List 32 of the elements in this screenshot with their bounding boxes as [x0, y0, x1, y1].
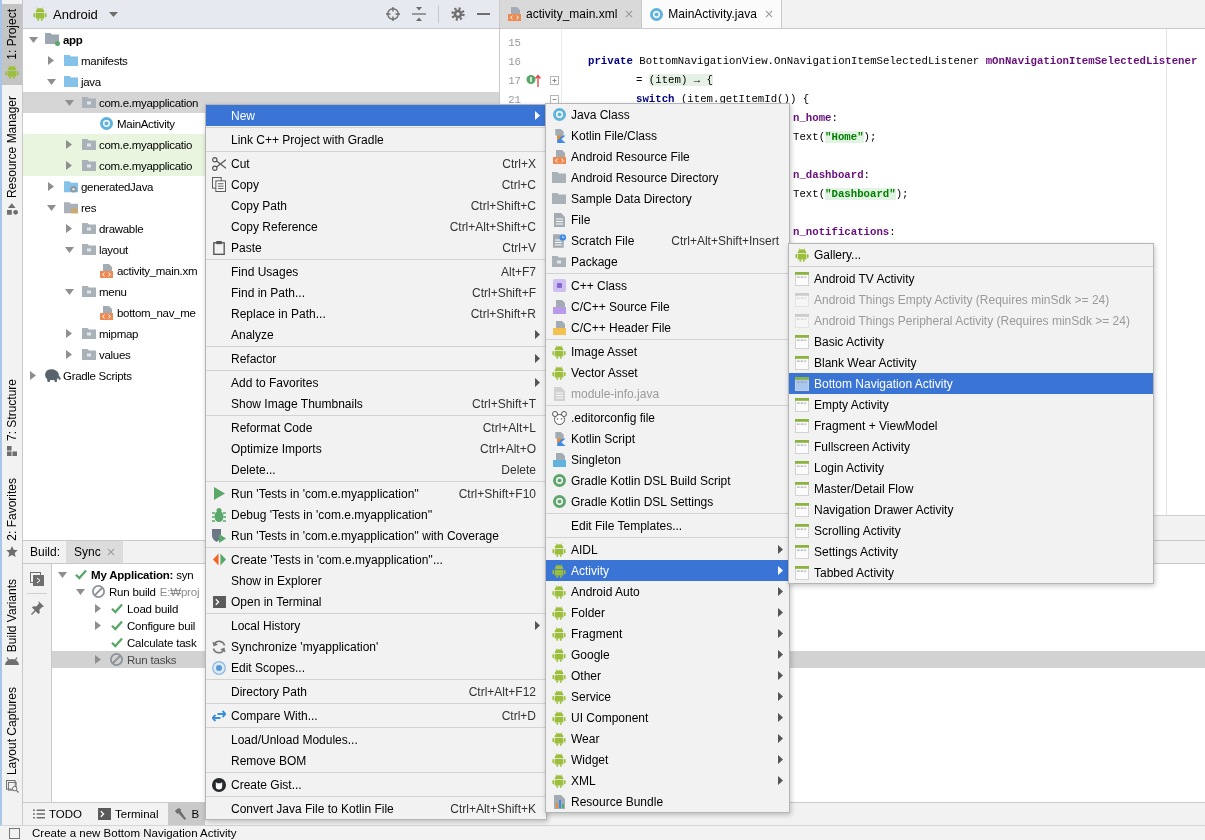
- keyboard-shortcut: Ctrl+V: [501, 240, 536, 255]
- keyboard-shortcut: Ctrl+X: [501, 156, 536, 171]
- code-line: = (item) → {: [636, 73, 713, 88]
- keyboard-shortcut: Ctrl+Alt+Shift+C: [448, 219, 536, 234]
- keyboard-shortcut: Ctrl+Shift+R: [469, 306, 536, 321]
- keyboard-shortcut: Ctrl+Alt+F12: [467, 684, 536, 699]
- keyboard-shortcut: Ctrl+C: [500, 177, 536, 192]
- line-number: 15: [508, 36, 521, 49]
- code-line: Text("Home");: [793, 130, 877, 145]
- keyboard-shortcut: Ctrl+Shift+C: [469, 198, 536, 213]
- keyboard-shortcut: Alt+F7: [500, 264, 536, 279]
- path-text: E:₩proj: [159, 585, 200, 598]
- keyboard-shortcut: Delete: [500, 462, 536, 477]
- code-line: n_notifications:: [793, 225, 896, 240]
- keyboard-shortcut: Ctrl+Alt+L: [481, 420, 536, 435]
- keyboard-shortcut: Ctrl+Shift+T: [470, 396, 536, 411]
- code-line: private BottomNavigationView.OnNavigationItemSelectedListener mOnNavigationItemSelectedListener: [588, 54, 1198, 69]
- line-number: 17: [508, 74, 521, 87]
- code-line: n_dashboard:: [793, 168, 870, 183]
- panel-title: Build:: [29, 545, 62, 559]
- status-message: Create a new Bottom Navigation Activity: [32, 826, 237, 840]
- code-line: Text("Dashboard");: [793, 187, 909, 202]
- keyboard-shortcut: Ctrl+Shift+F: [470, 285, 536, 300]
- keyboard-shortcut: Ctrl+Alt+O: [479, 441, 536, 456]
- keyboard-shortcut: Ctrl+Shift+F10: [457, 486, 536, 501]
- code-line: switch (item.getItemId()) {: [636, 92, 810, 107]
- keyboard-shortcut: Ctrl+Alt+Shift+Insert: [670, 233, 779, 248]
- keyboard-shortcut: Ctrl+D: [500, 708, 536, 723]
- line-number: 16: [508, 55, 521, 68]
- keyboard-shortcut: Ctrl+Alt+Shift+K: [449, 801, 536, 816]
- code-line: n_home:: [793, 111, 838, 126]
- line-number: 21: [508, 93, 521, 106]
